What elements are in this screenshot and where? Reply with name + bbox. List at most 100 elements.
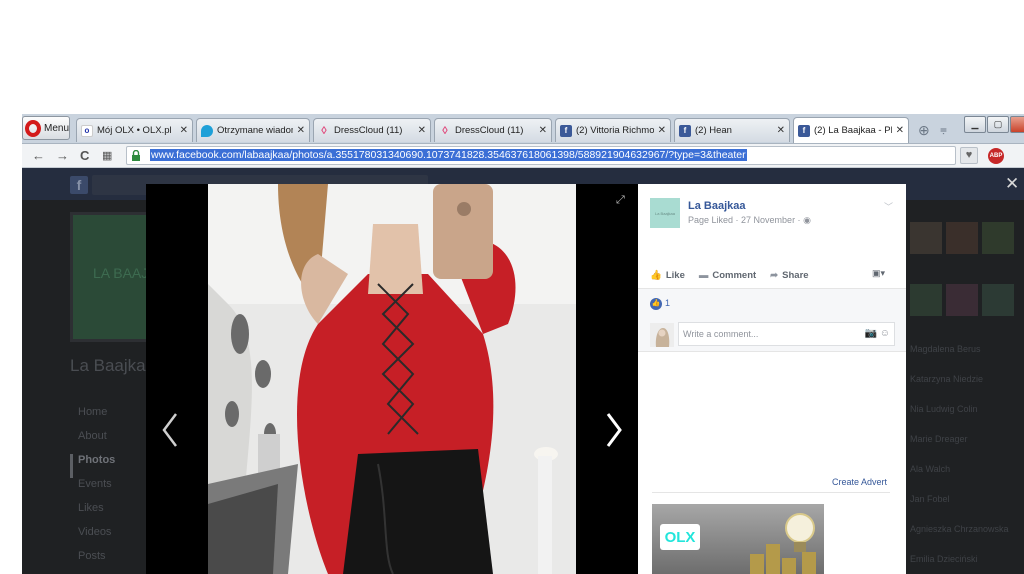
photo-side-panel: La Baajkaa La Baajkaa Page Liked · 27 No… — [638, 184, 906, 574]
page-name-link[interactable]: La Baajkaa — [688, 200, 745, 212]
chat-favicon-icon — [201, 124, 213, 137]
url-input[interactable]: www.facebook.com/labaajkaa/photos/a.3551… — [126, 146, 956, 165]
nav-item-posts: Posts — [78, 550, 106, 562]
browser-tab-bar: Menu o Mój OLX • OLX.pl ✕ Otrzymane wiad… — [22, 114, 1024, 144]
olx-favicon-icon: o — [81, 124, 93, 137]
tab-close-icon[interactable]: ✕ — [658, 125, 666, 136]
share-label: Share — [782, 270, 809, 281]
friend-item: Agnieszka Chrzanowska — [910, 524, 1009, 534]
nav-item-likes: Likes — [78, 502, 104, 514]
window-close-icon[interactable]: ✕ — [1010, 116, 1024, 133]
tab-olx[interactable]: o Mój OLX • OLX.pl ✕ — [76, 118, 193, 142]
minimize-icon[interactable]: ▁ — [964, 116, 986, 133]
olx-logo-text: OLX — [664, 528, 696, 546]
tab-messages[interactable]: Otrzymane wiadomo ✕ — [196, 118, 310, 142]
comment-input-icons: 📷 ☺ — [865, 328, 890, 339]
right-column — [910, 204, 1024, 316]
friend-item: Ala Walch — [910, 464, 951, 474]
game-thumbnails — [910, 284, 1024, 316]
nav-item-about: About — [78, 430, 107, 442]
comment-input[interactable]: Write a comment... 📷 ☺ — [678, 322, 895, 346]
friend-item: Jan Fobel — [910, 494, 950, 504]
tab-hean[interactable]: f (2) Hean ✕ — [674, 118, 790, 142]
tab-label: (2) Vittoria Richmon — [576, 125, 654, 136]
user-avatar-image — [650, 323, 674, 347]
thumbnail — [910, 284, 942, 316]
camera-icon[interactable]: 📷 — [865, 328, 877, 339]
avatar-text: La Baajkaa — [654, 210, 675, 216]
like-count[interactable]: 1 — [665, 298, 670, 308]
photo-theater: ⤢ — [146, 184, 638, 574]
globe-icon: ◉ — [803, 215, 811, 225]
tab-dresscloud-2[interactable]: ◊ DressCloud (11) ✕ — [434, 118, 552, 142]
thumbnail — [982, 284, 1014, 316]
new-tab-icon[interactable]: ⊕ — [918, 122, 930, 139]
share-button[interactable]: ➦ Share — [770, 270, 808, 281]
dresscloud-favicon-icon: ◊ — [442, 124, 448, 137]
tab-label: Otrzymane wiadomo — [217, 125, 293, 136]
photo-image — [208, 184, 576, 574]
comment-icon: ▬ — [698, 270, 709, 281]
ad-illustration — [750, 513, 816, 574]
page-name: La Baajka — [70, 356, 146, 375]
like-button[interactable]: 👍 Like — [650, 270, 685, 281]
advert-image[interactable]: OLX — [652, 504, 824, 574]
post-meta-text: Page Liked · 27 November · — [688, 215, 801, 225]
friends-list: Magdalena Berus Katarzyna Niedzie Nia Lu… — [910, 344, 1009, 574]
olx-logo: OLX — [660, 524, 700, 550]
tab-label: DressCloud (11) — [455, 125, 524, 136]
emoji-icon[interactable]: ☺ — [880, 328, 890, 339]
opera-logo-icon — [25, 119, 41, 137]
photo[interactable] — [208, 184, 576, 574]
post-meta: Page Liked · 27 November · ◉ — [688, 215, 811, 226]
comment-label: Comment — [712, 270, 757, 281]
post-as-selector-icon[interactable]: ▣▾ — [872, 268, 885, 279]
speed-dial-icon[interactable]: ▦ — [102, 149, 112, 162]
back-icon[interactable]: ← — [32, 148, 45, 163]
url-text: www.facebook.com/labaajkaa/photos/a.3551… — [150, 149, 747, 161]
page-avatar[interactable]: La Baajkaa — [650, 198, 680, 228]
tab-label: DressCloud (11) — [334, 125, 403, 136]
friend-item: Marie Dreager — [910, 434, 968, 444]
like-reaction-icon: 👍 — [650, 298, 662, 310]
tab-dresscloud-1[interactable]: ◊ DressCloud (11) ✕ — [313, 118, 431, 142]
divider — [652, 492, 890, 493]
post-actions: 👍 Like ▬ Comment ➦ Share — [650, 270, 809, 281]
thumbnail — [946, 284, 978, 316]
next-photo-icon[interactable] — [604, 410, 624, 450]
tab-close-icon[interactable]: ✕ — [539, 125, 547, 136]
facebook-favicon-icon: f — [679, 124, 691, 137]
reload-icon[interactable]: C — [80, 148, 89, 163]
menu-label: Menu — [43, 122, 69, 134]
like-label: Like — [665, 270, 685, 281]
lock-icon — [132, 150, 140, 161]
reactions-row: 👍 1 — [638, 288, 906, 316]
tab-la-baajkaa[interactable]: f (2) La Baajkaa - Pho ✕ — [793, 117, 909, 143]
adblock-icon[interactable]: ABP — [988, 148, 1004, 164]
tab-close-icon[interactable]: ✕ — [180, 125, 188, 136]
tab-close-icon[interactable]: ✕ — [896, 125, 904, 136]
bookmark-heart-icon[interactable]: ♥ — [960, 147, 978, 164]
tab-close-icon[interactable]: ✕ — [418, 125, 426, 136]
nav-item-home: Home — [78, 406, 108, 418]
maximize-icon[interactable]: ▢ — [987, 116, 1009, 133]
facebook-logo-icon: f — [70, 176, 88, 194]
opera-menu-button[interactable]: Menu — [22, 116, 70, 140]
share-icon: ➦ — [770, 270, 779, 281]
close-theater-icon[interactable]: ✕ — [1005, 174, 1019, 194]
tab-close-icon[interactable]: ✕ — [777, 125, 785, 136]
tab-vittoria[interactable]: f (2) Vittoria Richmon ✕ — [555, 118, 671, 142]
create-advert-link[interactable]: Create Advert — [832, 477, 887, 487]
fullscreen-icon[interactable]: ⤢ — [616, 194, 625, 207]
tab-list-icon[interactable]: ⩦ — [940, 122, 947, 137]
dresscloud-favicon-icon: ◊ — [321, 124, 327, 137]
nav-item-photos: Photos — [70, 454, 115, 478]
page-nav: Home About Photos Events Likes Videos Po… — [70, 406, 115, 574]
friend-item: Nia Ludwig Colin — [910, 404, 978, 414]
thumbnail — [946, 222, 978, 254]
previous-photo-icon[interactable] — [160, 410, 180, 450]
forward-icon[interactable]: → — [56, 148, 69, 163]
tab-close-icon[interactable]: ✕ — [297, 125, 305, 136]
comment-button[interactable]: ▬ Comment — [699, 270, 756, 281]
chevron-down-icon[interactable]: ﹀ — [884, 200, 893, 213]
